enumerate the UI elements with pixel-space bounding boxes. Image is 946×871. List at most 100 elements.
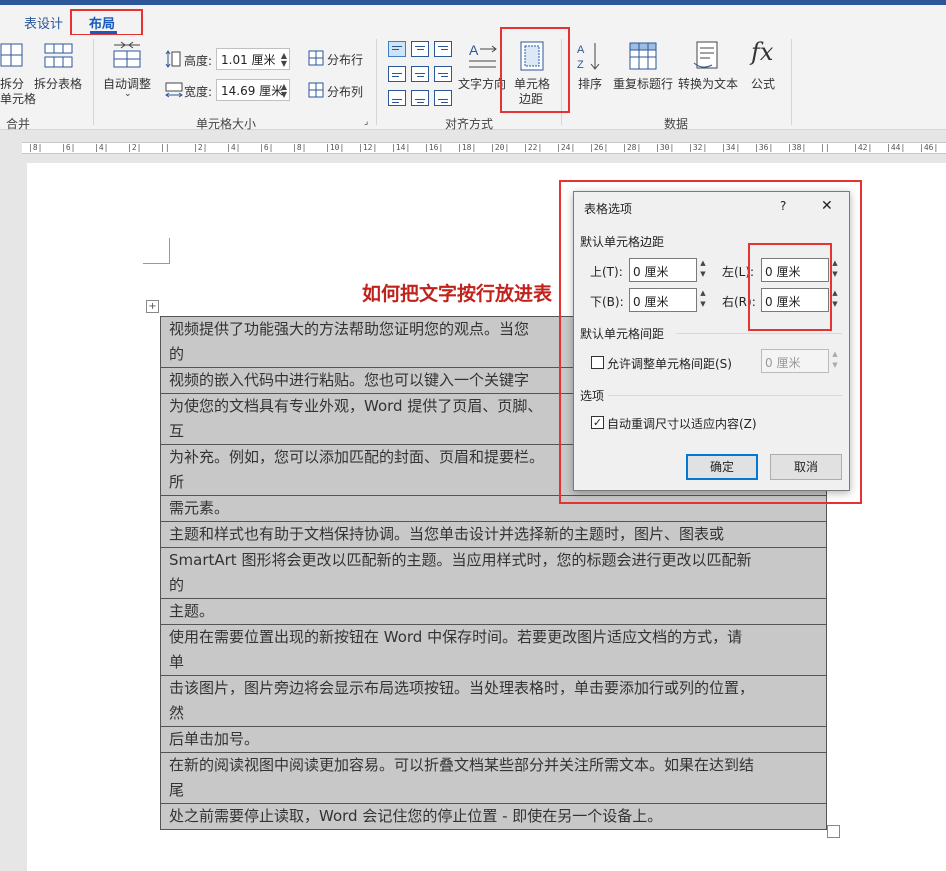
align-bottom-right-button[interactable] <box>434 90 452 106</box>
align-middle-center-button[interactable] <box>411 66 429 82</box>
ruler-tick: |16| <box>424 143 444 152</box>
ruler-tick: |8| <box>28 143 43 152</box>
highlight-left-right-margins <box>748 243 832 331</box>
row-height-value: 1.01 厘米 <box>221 53 276 67</box>
column-width-input[interactable]: 14.69 厘米 ▲ ▼ <box>216 79 290 101</box>
split-table-icon <box>44 43 73 68</box>
table-row[interactable]: 使用在需要位置出现的新按钮在 Word 中保存时间。若要更改图片适应文档的方式，… <box>160 624 827 676</box>
dialog-launcher-icon[interactable]: ⌟ <box>364 117 368 127</box>
repeat-header-label: 重复标题行 <box>613 77 674 91</box>
cell-text-line: 主题。 <box>169 602 215 620</box>
ruler-tick: |36| <box>754 143 774 152</box>
table-move-handle-icon[interactable]: + <box>146 300 159 313</box>
horizontal-ruler[interactable]: |8| |6| |4| |2| || |2| |4| |6| |8| |10| |12| |14| |1… <box>0 131 946 161</box>
allow-spacing-checkbox[interactable] <box>591 356 604 369</box>
data-group-label: 数据 <box>664 117 689 131</box>
cell-text-line: 击该图片，图片旁边将会显示布局选项按钮。当处理表格时，单击要添加行或列的位置， <box>169 679 755 697</box>
alignment-group-label: 对齐方式 <box>445 117 494 131</box>
column-width-icon <box>165 82 183 98</box>
cell-text-line: 使用在需要位置出现的新按钮在 Word 中保存时间。若要更改图片适应文档的方式，… <box>169 628 743 646</box>
align-middle-right-button[interactable] <box>434 66 452 82</box>
table-cell[interactable]: 后单击加号。 <box>160 726 827 753</box>
spacing-input[interactable]: 0 厘米 <box>761 349 829 373</box>
spacing-spinner[interactable]: ▲ ▼ <box>830 349 840 373</box>
help-button[interactable]: ? <box>780 199 786 213</box>
chevron-down-icon: ⌄ <box>124 89 132 99</box>
options-section-label: 选项 <box>580 389 605 403</box>
bottom-margin-input[interactable]: 0 厘米 <box>629 288 697 312</box>
cell-text-line: SmartArt 图形将会更改以匹配新的主题。当应用样式时，您的标题会进行更改以… <box>169 551 752 569</box>
table-row[interactable]: 后单击加号。 <box>160 726 827 753</box>
bottom-margin-spinner[interactable]: ▲ ▼ <box>698 288 708 312</box>
cell-text-line: 主题和样式也有助于文档保持协调。当您单击设计并选择新的主题时，图片、图表或 <box>169 525 725 543</box>
ruler-tick: |6| <box>259 143 274 152</box>
top-margin-value: 0 厘米 <box>633 265 669 279</box>
table-cell[interactable]: 处之前需要停止读取，Word 会记住您的停止位置 - 即使在另一个设备上。 <box>160 803 827 830</box>
row-height-icon <box>165 50 181 68</box>
autofit-icon <box>113 41 141 68</box>
ruler-tick: |22| <box>523 143 543 152</box>
document-title[interactable]: 如何把文字按行放进表 <box>362 279 552 306</box>
ruler-tick: |18| <box>457 143 477 152</box>
section-divider <box>608 395 842 396</box>
group-separator <box>93 39 94 125</box>
text-direction-icon: A <box>469 42 497 68</box>
section-divider <box>676 333 842 334</box>
ruler-tick: |4| <box>226 143 241 152</box>
table-cell[interactable]: SmartArt 图形将会更改以匹配新的主题。当应用样式时，您的标题会进行更改以… <box>160 547 827 599</box>
table-row[interactable]: 处之前需要停止读取，Word 会记住您的停止位置 - 即使在另一个设备上。 <box>160 803 827 830</box>
distribute-cols-label: 分布列 <box>327 85 364 99</box>
tab-table-design[interactable]: 表设计 <box>24 13 63 32</box>
top-margin-input[interactable]: 0 厘米 <box>629 258 697 282</box>
table-row[interactable]: 击该图片，图片旁边将会显示布局选项按钮。当处理表格时，单击要添加行或列的位置， 然 <box>160 675 827 727</box>
highlight-cell-margins <box>500 27 570 113</box>
allow-spacing-label: 允许调整单元格间距(S) <box>607 357 732 371</box>
table-row[interactable]: 主题。 <box>160 598 827 625</box>
cell-text-line: 处之前需要停止读取，Word 会记住您的停止位置 - 即使在另一个设备上。 <box>169 807 663 825</box>
row-height-input[interactable]: 1.01 厘米 ▲ ▼ <box>216 48 290 70</box>
sort-icon: A Z <box>577 43 600 71</box>
ruler-tick: |14| <box>391 143 411 152</box>
table-cell[interactable]: 主题和样式也有助于文档保持协调。当您单击设计并选择新的主题时，图片、图表或 <box>160 521 827 548</box>
table-cell[interactable]: 使用在需要位置出现的新按钮在 Word 中保存时间。若要更改图片适应文档的方式，… <box>160 624 827 676</box>
table-cell[interactable]: 击该图片，图片旁边将会显示布局选项按钮。当处理表格时，单击要添加行或列的位置， 然 <box>160 675 827 727</box>
table-resize-handle[interactable] <box>827 825 840 838</box>
distribute-cols-icon <box>308 82 324 98</box>
table-row[interactable]: SmartArt 图形将会更改以匹配新的主题。当应用样式时，您的标题会进行更改以… <box>160 547 827 599</box>
group-separator <box>376 39 377 125</box>
cell-size-group-label: 单元格大小 <box>196 117 257 131</box>
align-bottom-center-button[interactable] <box>411 90 429 106</box>
cancel-button[interactable]: 取消 <box>770 454 842 480</box>
formula-label: 公式 <box>751 77 776 91</box>
ruler-tick: |20| <box>490 143 510 152</box>
ruler-tick: |28| <box>622 143 642 152</box>
align-middle-left-button[interactable] <box>388 66 406 82</box>
cell-text-line: 然 <box>169 704 185 722</box>
spin-down-icon[interactable]: ▼ <box>281 91 287 99</box>
table-cell[interactable]: 主题。 <box>160 598 827 625</box>
svg-text:A: A <box>577 44 585 56</box>
ok-button[interactable]: 确定 <box>686 454 758 480</box>
table-cell[interactable]: 在新的阅读视图中阅读更加容易。可以折叠文档某些部分并关注所需文本。如果在达到结尾 <box>160 752 827 804</box>
page-margin-corner <box>143 238 170 264</box>
cell-text-line: 尾 <box>169 781 185 799</box>
split-cells-label-bottom: 单元格 <box>0 92 37 106</box>
align-top-center-button[interactable] <box>411 41 429 57</box>
merge-group-label: 合并 <box>6 117 31 131</box>
table-row[interactable]: 在新的阅读视图中阅读更加容易。可以折叠文档某些部分并关注所需文本。如果在达到结尾 <box>160 752 827 804</box>
ribbon-layout: 拆分 单元格 拆分表格 合并 自动调整 ⌄ 高度: 1.01 厘米 ▲ ▼ 宽度… <box>0 35 946 131</box>
top-margin-spinner[interactable]: ▲ ▼ <box>698 258 708 282</box>
align-top-right-button[interactable] <box>434 41 452 57</box>
ruler-tick: |44| <box>886 143 906 152</box>
align-bottom-left-button[interactable] <box>388 90 406 106</box>
spin-down-icon[interactable]: ▼ <box>281 60 287 68</box>
split-table-label: 拆分表格 <box>34 77 83 91</box>
convert-to-text-icon <box>693 41 718 69</box>
table-row[interactable]: 主题和样式也有助于文档保持协调。当您单击设计并选择新的主题时，图片、图表或 <box>160 521 827 548</box>
ruler-tick: || <box>820 143 830 152</box>
align-top-left-button[interactable] <box>388 41 406 57</box>
ruler-tick: |30| <box>655 143 675 152</box>
autoresize-checkbox[interactable]: ✓ <box>591 416 604 429</box>
spacing-section-label: 默认单元格间距 <box>580 327 665 341</box>
close-icon[interactable]: ✕ <box>821 198 833 214</box>
